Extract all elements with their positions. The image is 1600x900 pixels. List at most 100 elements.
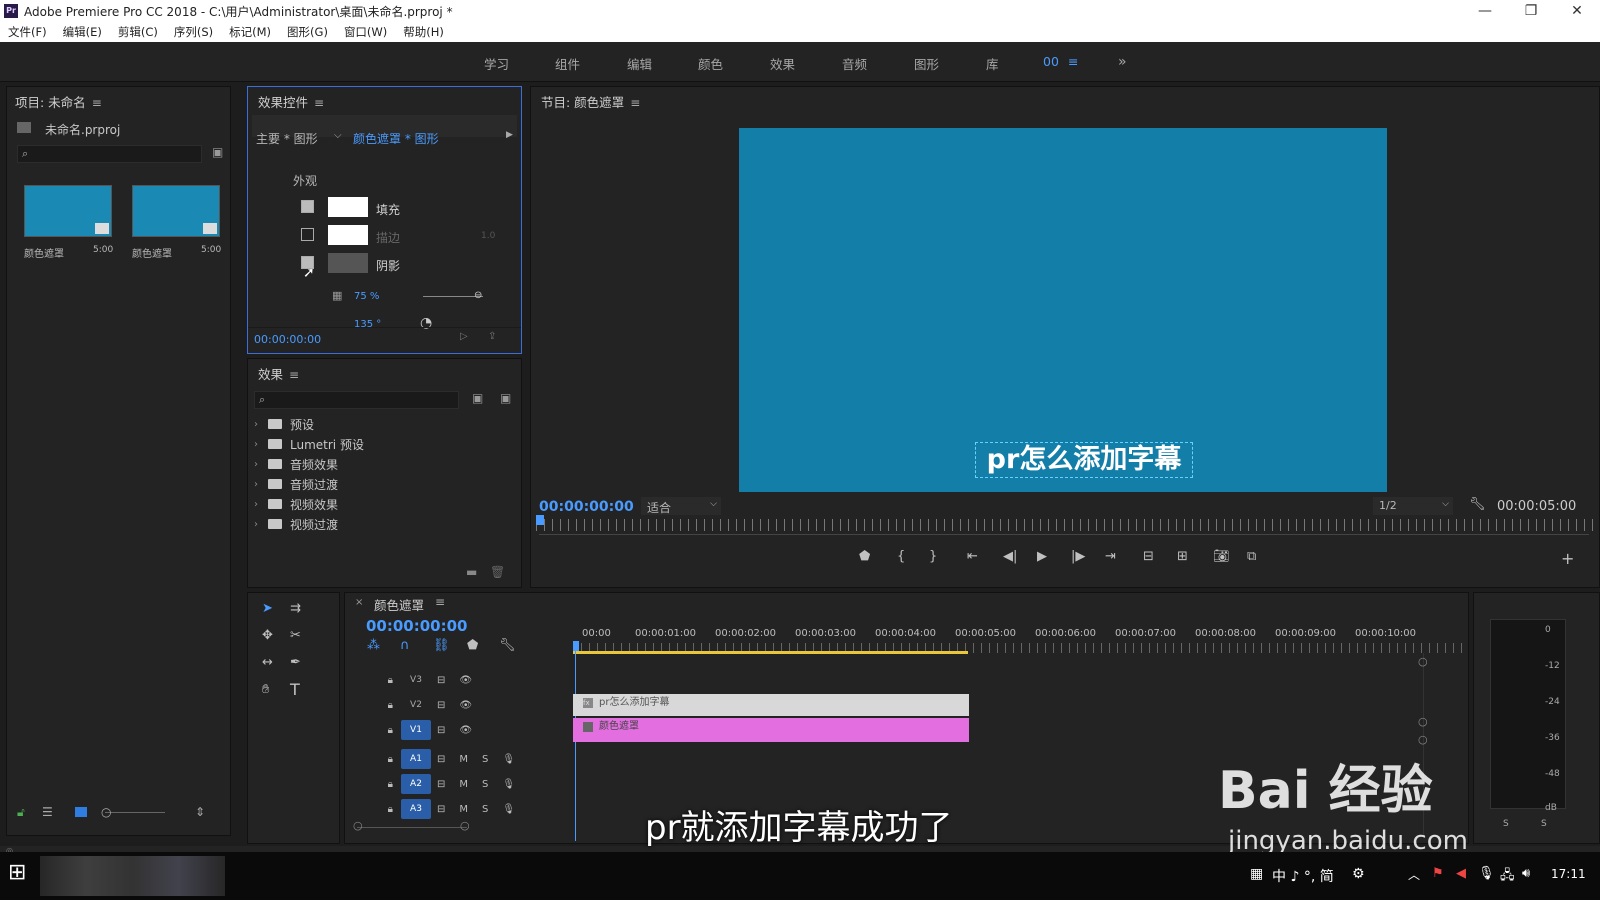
video-frame[interactable]: pr怎么添加字幕 [739,128,1387,492]
chevron-up-icon[interactable]: ︿ [1408,866,1420,883]
menu-clip[interactable]: 剪辑(C) [110,24,166,40]
sort-icon[interactable]: ⇕ [195,805,205,819]
workspace-editing[interactable]: 编辑 [627,54,652,73]
clip-label[interactable]: 颜色遮罩 * 图形 [353,130,439,147]
program-timecode[interactable]: 00:00:00:00 [539,499,634,515]
workspace-menu-icon[interactable]: ≡ [1068,54,1078,69]
settings-icon[interactable]: ⚙︎ [1352,866,1365,882]
track-header-v1[interactable]: 🔒︎ V1 ⊟ 👁︎ [345,718,570,742]
opacity-value[interactable]: 75 % [354,291,379,302]
effects-folder[interactable]: › 预设 [254,414,514,434]
mark-out-icon[interactable]: } [929,549,937,564]
windows-start-icon[interactable]: ⊞ [8,860,26,885]
panel-menu-icon[interactable]: ≡ [289,368,299,382]
wrench-icon[interactable]: 🔧︎ [499,638,516,653]
new-bin-icon[interactable]: ▣ [212,145,223,159]
step-back-icon[interactable]: ◀| [1003,549,1017,564]
track-header-v3[interactable]: 🔒︎ V3 ⊟ 👁︎ [345,668,570,692]
effects-folder[interactable]: › 音频过渡 [254,474,514,494]
workspace-color[interactable]: 颜色 [698,54,723,73]
fill-checkbox[interactable] [301,200,314,213]
project-item-thumbnail[interactable] [24,185,112,237]
tray-app-icon[interactable]: ◀ [1456,866,1466,881]
angle-dial-icon[interactable]: ◔ [420,315,432,331]
clock[interactable]: 17:11 [1551,867,1586,881]
extract-icon[interactable]: ⊞ [1177,549,1188,564]
panel-menu-icon[interactable]: ≡ [314,96,324,110]
tray-app-icon[interactable]: ⚑ [1432,866,1444,881]
razor-tool-icon[interactable]: ✂ [290,628,301,643]
menu-marker[interactable]: 标记(M) [221,24,279,40]
close-button[interactable]: ✕ [1554,0,1600,22]
nest-icon[interactable]: ⁂ [367,638,380,653]
scroll-handle-icon[interactable]: ○ [1418,715,1428,728]
effects-search-input[interactable]: ⌕ [254,391,459,409]
panel-menu-icon[interactable]: ≡ [92,96,102,110]
ime-status[interactable]: 中 ♪ °, 简 [1272,866,1334,886]
network-icon[interactable]: 🖧︎ [1500,866,1515,888]
lift-icon[interactable]: ⊟ [1143,549,1154,564]
meter-solo-right[interactable]: S [1541,819,1547,829]
play-arrow-icon[interactable]: ▶ [506,130,513,140]
work-area-bar[interactable] [573,651,968,654]
panel-menu-icon[interactable]: ≡ [630,96,640,110]
panel-menu-icon[interactable]: ≡ [435,595,445,609]
go-to-in-icon[interactable]: ⇤ [967,549,978,564]
chevron-down-icon[interactable]: ⌵ [334,130,342,141]
track-header-a3[interactable]: 🔒︎ A3 ⊟ M S 🎙︎ [345,797,570,821]
fit-dropdown[interactable]: 适合 ⌵ [641,497,721,515]
workspace-audio[interactable]: 音频 [842,54,867,73]
slip-tool-icon[interactable]: ↔ [262,655,273,670]
effects-folder[interactable]: › 视频过渡 [254,514,514,534]
pen-tool-icon[interactable]: ✒ [290,655,301,670]
graphic-clip[interactable]: fx pr怎么添加字幕 [573,694,969,716]
meter-solo-left[interactable]: S [1503,819,1509,829]
workspace-assembly[interactable]: 组件 [555,54,580,73]
resolution-dropdown[interactable]: 1/2 ⌵ [1373,497,1453,515]
export-frame-icon[interactable]: 📷︎ [1213,549,1230,564]
menu-graphics[interactable]: 图形(G) [279,24,336,40]
hand-tool-icon[interactable]: ✋︎ [262,682,269,697]
menu-help[interactable]: 帮助(H) [395,24,452,40]
playhead-icon[interactable] [536,515,544,525]
effect-controls-timecode[interactable]: 00:00:00:00 [254,333,321,346]
step-forward-icon[interactable]: |▶ [1071,549,1085,564]
32bit-effects-icon[interactable]: ▣ [500,391,511,405]
keyboard-icon[interactable]: ▦ [1250,866,1263,882]
linked-selection-icon[interactable]: ⛓︎ [433,638,450,653]
restore-button[interactable]: ❐ [1508,0,1554,22]
close-tab-icon[interactable]: × [355,597,363,608]
scroll-handle-icon[interactable]: ○ [1418,655,1428,668]
track-header-a1[interactable]: 🔒︎ A1 ⊟ M S 🎙︎ [345,747,570,771]
ripple-edit-tool-icon[interactable]: ✥ [262,628,273,643]
track-select-tool-icon[interactable]: ⇉ [290,601,301,616]
list-view-icon[interactable]: ☰ [42,805,53,819]
stroke-color-swatch[interactable] [328,225,368,245]
timeline-tab[interactable]: 颜色遮罩 [374,595,424,614]
add-button-icon[interactable]: + [1561,549,1574,568]
more-workspaces-icon[interactable]: » [1118,54,1127,70]
trash-icon[interactable]: 🗑︎ [490,565,505,579]
timeline-timecode[interactable]: 00:00:00:00 [366,617,468,635]
mark-in-icon[interactable]: { [897,549,905,564]
track-header-v2[interactable]: 🔒︎ V2 ⊟ 👁︎ [345,693,570,717]
stroke-width-value[interactable]: 1.0 [481,231,495,241]
menu-edit[interactable]: 编辑(E) [55,24,110,40]
workspace-learn[interactable]: 学习 [484,54,509,73]
project-item-thumbnail[interactable] [132,185,220,237]
color-matte-clip[interactable]: 颜色遮罩 [573,718,969,742]
volume-icon[interactable]: 🔊︎ [1522,866,1530,881]
effects-folder[interactable]: › 音频效果 [254,454,514,474]
taskbar-apps[interactable] [40,856,225,896]
program-ruler[interactable] [536,519,1596,531]
menu-window[interactable]: 窗口(W) [336,24,395,40]
menu-file[interactable]: 文件(F) [0,24,55,40]
play-only-audio-icon[interactable]: ▷ [460,331,468,342]
type-tool-icon[interactable]: T [290,680,300,699]
effects-folder[interactable]: › 视频效果 [254,494,514,514]
workspace-custom[interactable]: 00 [1043,54,1059,69]
microphone-icon[interactable]: 🎙︎ [1478,866,1495,881]
scroll-handle-icon[interactable]: ○ [1418,733,1428,746]
accelerated-effects-icon[interactable]: ▣ [472,391,483,405]
go-to-out-icon[interactable]: ⇥ [1105,549,1116,564]
